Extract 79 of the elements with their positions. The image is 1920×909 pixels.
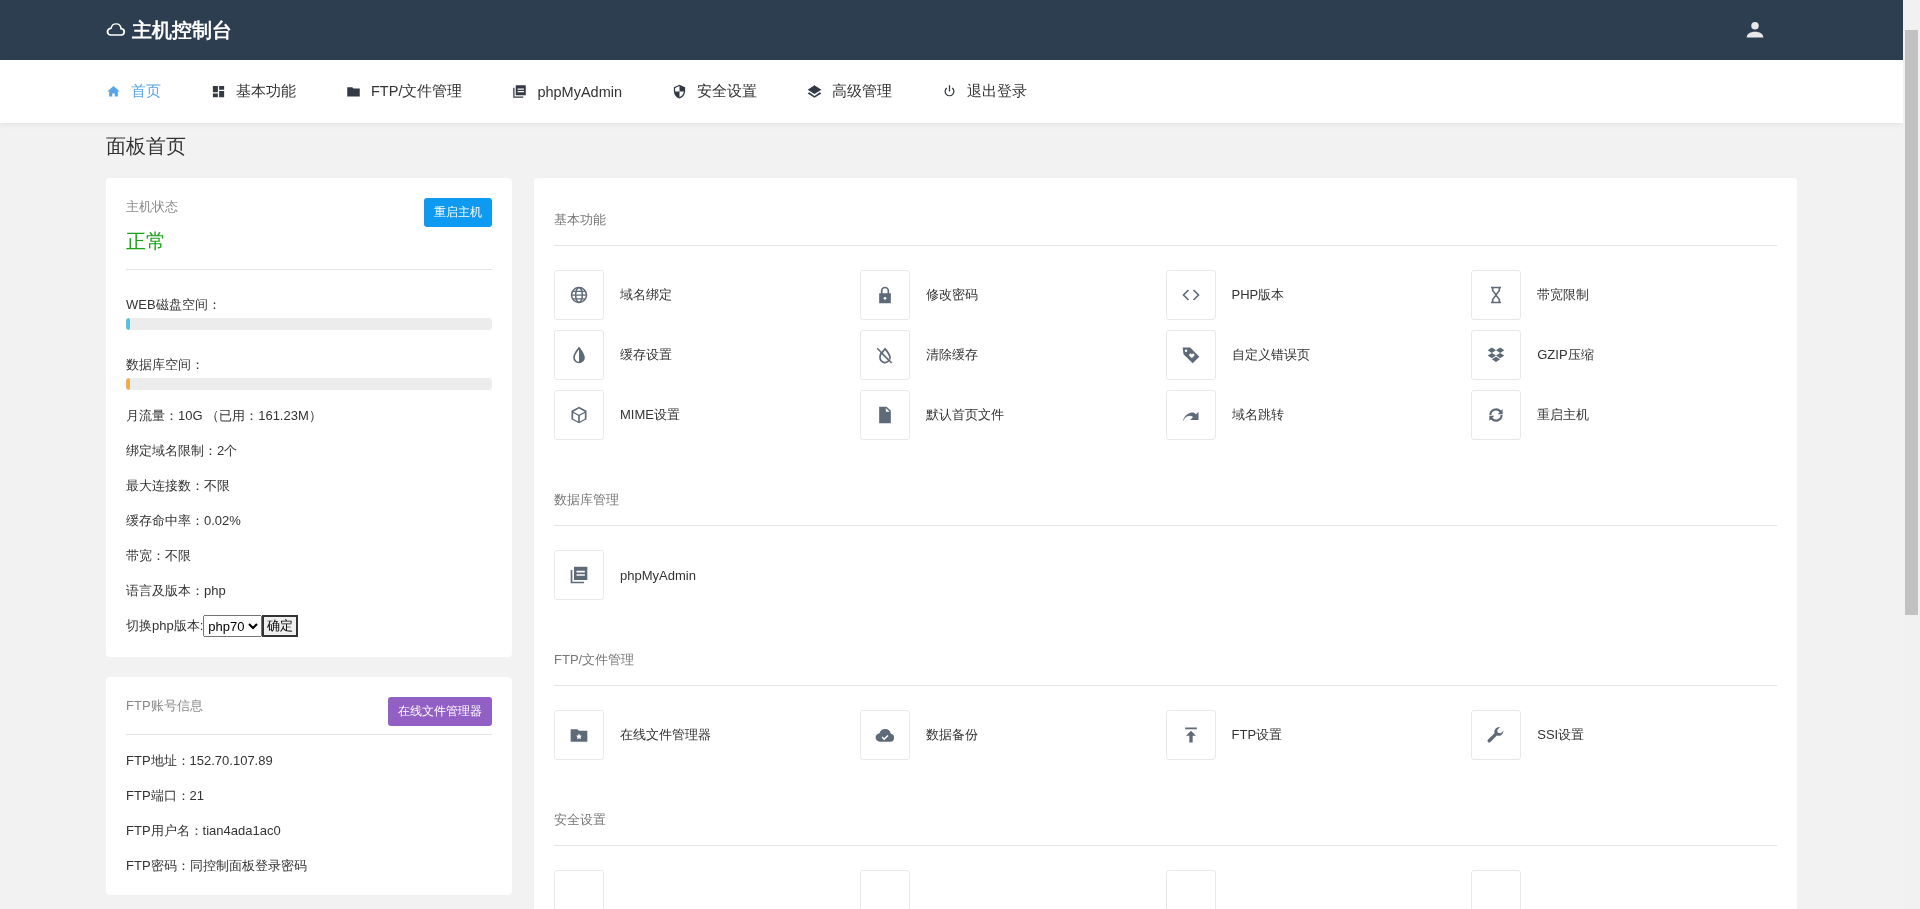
icon-tile[interactable] (1471, 390, 1522, 440)
shield-icon (672, 84, 688, 99)
globe-icon (569, 285, 589, 305)
nav-tab[interactable]: phpMyAdmin (512, 83, 623, 100)
app-title: 主机控制台 (132, 17, 232, 43)
section-title: FTP/文件管理 (554, 646, 1777, 686)
user-icon (1745, 20, 1765, 40)
book-stack-icon (512, 84, 528, 99)
function-link[interactable]: GZIP压缩 (1537, 346, 1594, 364)
nav-tab[interactable]: 基本功能 (211, 82, 296, 101)
icon-tile[interactable] (554, 270, 604, 320)
page-title: 面板首页 (106, 134, 187, 159)
php-version-select[interactable]: php70 (203, 615, 263, 637)
function-link[interactable]: SSI设置 (1537, 726, 1585, 744)
function-link[interactable]: 默认首页文件 (925, 406, 1004, 424)
icon-tile[interactable] (1471, 270, 1522, 320)
function-link[interactable]: 带宽限制 (1537, 286, 1590, 304)
section-title: 基本功能 (554, 206, 1777, 246)
section-title: 数据库管理 (554, 486, 1777, 526)
function-link[interactable]: 在线文件管理器 (620, 726, 711, 744)
icon-tile[interactable] (1165, 330, 1216, 380)
function-link[interactable]: 数据备份 (925, 726, 978, 744)
info-text: FTP端口：21 (126, 787, 205, 805)
cube-icon (569, 405, 589, 425)
file-manager-button[interactable]: 在线文件管理器 (388, 697, 492, 726)
tag-icon (1180, 345, 1201, 365)
function-link[interactable]: 缓存设置 (620, 346, 672, 364)
icon-tile[interactable] (554, 390, 604, 440)
icon-tile[interactable] (859, 330, 910, 380)
book-stack-icon (569, 565, 589, 585)
function-link[interactable]: 域名跳转 (1231, 406, 1284, 424)
meter-label: 数据库空间： (126, 356, 205, 374)
card-title: FTP账号信息 (126, 697, 203, 715)
function-link[interactable]: PHP版本 (1231, 286, 1285, 304)
icon-tile[interactable] (1165, 390, 1216, 440)
grid-icon (211, 84, 226, 99)
confirm-button[interactable]: 确定 (262, 615, 299, 637)
nav-tab[interactable]: 高级管理 (807, 82, 893, 101)
boxes-icon (1486, 345, 1507, 365)
info-text: 缓存命中率：0.02% (126, 512, 242, 530)
function-link[interactable]: 清除缓存 (925, 346, 978, 364)
status-text: 正常 (126, 229, 167, 254)
icon-tile[interactable] (554, 330, 604, 380)
icon-tile[interactable] (554, 710, 604, 760)
info-text: 绑定域名限制：2个 (126, 442, 239, 460)
info-text: 最大连接数：不限 (126, 477, 231, 495)
card-title: 主机状态 (126, 198, 178, 216)
function-link[interactable]: FTP设置 (1231, 726, 1283, 744)
function-link[interactable]: 域名绑定 (620, 286, 672, 304)
icon-tile[interactable] (859, 710, 910, 760)
function-link[interactable]: 自定义错误页 (1231, 346, 1310, 364)
info-text: FTP地址：152.70.107.89 (126, 752, 274, 770)
nav-tab[interactable]: 退出登录 (942, 82, 1028, 101)
icon-tile[interactable] (859, 390, 910, 440)
section-title: 安全设置 (554, 806, 1777, 846)
info-text: FTP密码：同控制面板登录密码 (126, 857, 308, 875)
icon-tile[interactable] (1471, 710, 1522, 760)
info-text: 语言及版本：php (126, 582, 227, 600)
home-icon (106, 84, 121, 99)
function-link[interactable]: 修改密码 (925, 286, 978, 304)
crossed-drop-icon (874, 345, 895, 365)
folder-icon (346, 84, 361, 99)
info-text: 月流量：10G （已用：161.23M） (126, 407, 323, 425)
icon-tile[interactable] (1165, 710, 1216, 760)
layers-icon (807, 84, 823, 99)
icon-tile[interactable] (1165, 270, 1216, 320)
icon-tile[interactable] (859, 270, 910, 320)
meter-label: WEB磁盘空间： (126, 296, 222, 314)
nav-tab[interactable]: 安全设置 (672, 82, 758, 101)
icon-tile[interactable] (1471, 330, 1522, 380)
function-link[interactable]: phpMyAdmin (620, 567, 696, 583)
info-text: 带宽：不限 (126, 547, 192, 565)
function-link[interactable]: MIME设置 (620, 406, 680, 424)
info-text: FTP用户名：tian4ada1ac0 (126, 822, 282, 840)
icon-tile[interactable] (554, 550, 604, 600)
function-link[interactable]: 重启主机 (1537, 406, 1590, 424)
scrollbar-thumb[interactable] (1905, 30, 1918, 615)
nav-tab[interactable]: FTP/文件管理 (346, 82, 463, 101)
php-version-label: 切换php版本: (126, 617, 204, 635)
